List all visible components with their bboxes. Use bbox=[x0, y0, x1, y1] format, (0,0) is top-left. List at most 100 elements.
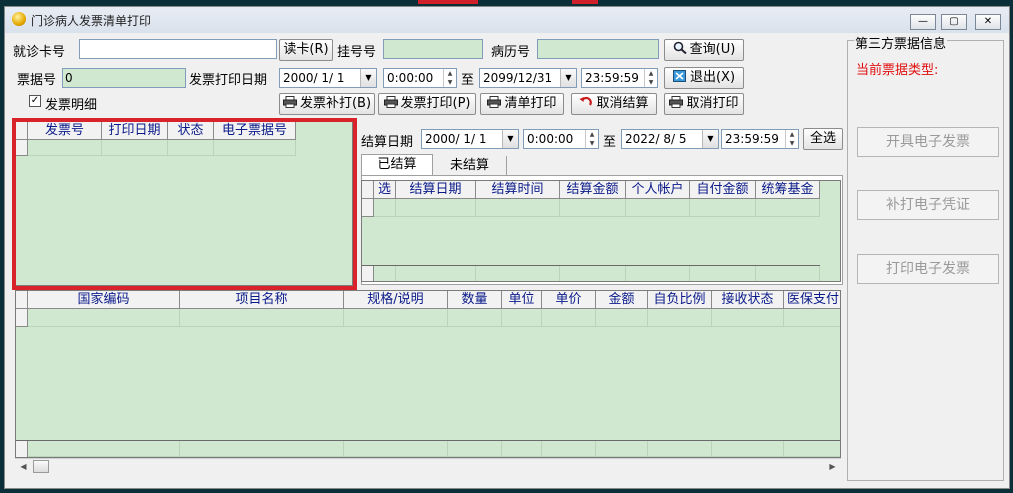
exit-button-label: 退出(X) bbox=[689, 70, 736, 85]
settle-time-from-spinner[interactable]: 0:00:00 ▲ ▼ bbox=[523, 129, 599, 149]
chevron-down-icon[interactable]: ▼ bbox=[502, 130, 518, 148]
spec-column-header[interactable]: 规格/说明 bbox=[344, 291, 448, 309]
footer-cell bbox=[626, 266, 690, 281]
table-cell[interactable] bbox=[374, 199, 396, 217]
spinner-arrows-icon[interactable]: ▲ ▼ bbox=[644, 69, 657, 87]
minimize-button[interactable]: — bbox=[910, 14, 936, 30]
table-cell[interactable] bbox=[560, 199, 626, 217]
self-pay-column-header[interactable]: 自付金额 bbox=[690, 181, 756, 199]
table-cell[interactable] bbox=[28, 309, 180, 327]
settle-date-column-header[interactable]: 结算日期 bbox=[396, 181, 476, 199]
cancel-print-button[interactable]: 取消打印 bbox=[664, 93, 744, 115]
settle-time-column-header[interactable]: 结算时间 bbox=[476, 181, 560, 199]
footer-cell bbox=[596, 441, 648, 457]
self-pay-ratio-column-header[interactable]: 自负比例 bbox=[648, 291, 712, 309]
footer-row-selector[interactable] bbox=[362, 266, 374, 281]
invoice-detail-checkbox[interactable]: ✓ bbox=[29, 95, 41, 107]
print-list-label: 清单打印 bbox=[504, 96, 557, 111]
table-cell[interactable] bbox=[476, 199, 560, 217]
settle-date-from-value: 2000/ 1/ 1 bbox=[425, 132, 487, 146]
table-cell[interactable] bbox=[542, 309, 596, 327]
chevron-down-icon[interactable]: ▼ bbox=[560, 69, 576, 87]
table-cell[interactable] bbox=[448, 309, 502, 327]
items-grid[interactable]: 国家编码 项目名称 规格/说明 数量 单位 单价 金额 自负比例 接收状态 医保… bbox=[15, 290, 841, 458]
table-cell[interactable] bbox=[690, 199, 756, 217]
print-time-to-spinner[interactable]: 23:59:59 ▲ ▼ bbox=[581, 68, 658, 88]
card-number-input[interactable] bbox=[79, 39, 277, 59]
close-button[interactable]: ✕ bbox=[975, 14, 1001, 30]
table-cell[interactable] bbox=[648, 309, 712, 327]
row-selector[interactable] bbox=[16, 309, 28, 327]
exit-button[interactable]: 退出(X) bbox=[664, 67, 744, 89]
tab-settled[interactable]: 已结算 bbox=[361, 154, 433, 176]
read-card-button[interactable]: 读卡(R) bbox=[279, 39, 333, 61]
invoice-number-input[interactable]: 0 bbox=[62, 68, 186, 88]
footer-row-selector[interactable] bbox=[16, 441, 28, 457]
settle-date-to-label: 至 bbox=[603, 135, 617, 150]
scroll-thumb[interactable] bbox=[33, 460, 49, 473]
issue-e-invoice-button[interactable]: 开具电子发票 bbox=[857, 127, 999, 157]
settle-date-to-select[interactable]: 2022/ 8/ 5 ▼ bbox=[621, 129, 719, 149]
footer-cell bbox=[648, 441, 712, 457]
print-e-invoice-button[interactable]: 打印电子发票 bbox=[857, 254, 999, 284]
settle-time-to-value: 23:59:59 bbox=[725, 132, 779, 146]
table-cell[interactable] bbox=[344, 309, 448, 327]
settlement-grid[interactable]: 选 结算日期 结算时间 结算金额 个人帐户 自付金额 统筹基金 bbox=[361, 180, 841, 282]
main-window: 门诊病人发票清单打印 — ▢ ✕ 就诊卡号 读卡(R) 挂号号 病历号 查询(U… bbox=[4, 6, 1010, 489]
footer-cell bbox=[542, 441, 596, 457]
maximize-button[interactable]: ▢ bbox=[941, 14, 967, 30]
print-list-button[interactable]: 清单打印 bbox=[480, 93, 564, 115]
table-cell[interactable] bbox=[596, 309, 648, 327]
spinner-arrows-icon[interactable]: ▲ ▼ bbox=[443, 69, 456, 87]
unit-price-column-header[interactable]: 单价 bbox=[542, 291, 596, 309]
registration-number-input[interactable] bbox=[383, 39, 483, 59]
table-cell[interactable] bbox=[502, 309, 542, 327]
footer-cell bbox=[502, 441, 542, 457]
third-party-title: 第三方票据信息 bbox=[854, 33, 948, 52]
footer-cell bbox=[396, 266, 476, 281]
row-header-corner bbox=[16, 291, 28, 309]
item-name-column-header[interactable]: 项目名称 bbox=[180, 291, 344, 309]
print-time-from-spinner[interactable]: 0:00:00 ▲ ▼ bbox=[383, 68, 457, 88]
card-number-label: 就诊卡号 bbox=[13, 45, 66, 60]
national-code-column-header[interactable]: 国家编码 bbox=[28, 291, 180, 309]
receive-status-column-header[interactable]: 接收状态 bbox=[712, 291, 784, 309]
medical-record-input[interactable] bbox=[537, 39, 659, 59]
table-cell[interactable] bbox=[712, 309, 784, 327]
footer-cell bbox=[374, 266, 396, 281]
print-date-from-select[interactable]: 2000/ 1/ 1 ▼ bbox=[279, 68, 377, 88]
row-selector[interactable] bbox=[362, 199, 374, 217]
chevron-down-icon[interactable]: ▼ bbox=[702, 130, 718, 148]
reprint-e-voucher-button[interactable]: 补打电子凭证 bbox=[857, 190, 999, 220]
spinner-arrows-icon[interactable]: ▲ ▼ bbox=[785, 130, 798, 148]
personal-account-column-header[interactable]: 个人帐户 bbox=[626, 181, 690, 199]
amount-column-header[interactable]: 金额 bbox=[596, 291, 648, 309]
settle-amount-column-header[interactable]: 结算金额 bbox=[560, 181, 626, 199]
invoice-type-label: 当前票据类型: bbox=[856, 63, 939, 78]
reprint-invoice-button[interactable]: 发票补打(B) bbox=[279, 93, 375, 115]
table-cell[interactable] bbox=[180, 309, 344, 327]
table-cell[interactable] bbox=[396, 199, 476, 217]
table-cell[interactable] bbox=[756, 199, 820, 217]
horizontal-scrollbar[interactable]: ◀ ▶ bbox=[15, 458, 841, 475]
settle-time-to-spinner[interactable]: 23:59:59 ▲ ▼ bbox=[721, 129, 799, 149]
quantity-column-header[interactable]: 数量 bbox=[448, 291, 502, 309]
cancel-settlement-button[interactable]: 取消结算 bbox=[571, 93, 657, 115]
insurance-pay-column-header[interactable]: 医保支付 bbox=[784, 291, 840, 309]
scroll-left-icon[interactable]: ◀ bbox=[16, 460, 31, 474]
select-column-header[interactable]: 选 bbox=[374, 181, 396, 199]
table-cell[interactable] bbox=[626, 199, 690, 217]
table-cell[interactable] bbox=[784, 309, 840, 327]
select-all-button[interactable]: 全选 bbox=[803, 128, 843, 150]
settle-date-from-select[interactable]: 2000/ 1/ 1 ▼ bbox=[421, 129, 519, 149]
third-party-panel: 第三方票据信息 当前票据类型: 开具电子发票 补打电子凭证 打印电子发票 bbox=[847, 33, 1004, 481]
scroll-right-icon[interactable]: ▶ bbox=[825, 460, 840, 474]
print-invoice-button[interactable]: 发票打印(P) bbox=[378, 93, 476, 115]
unit-column-header[interactable]: 单位 bbox=[502, 291, 542, 309]
pooled-fund-column-header[interactable]: 统筹基金 bbox=[756, 181, 820, 199]
desktop-red-marker bbox=[418, 0, 478, 4]
spinner-arrows-icon[interactable]: ▲ ▼ bbox=[585, 130, 598, 148]
query-button[interactable]: 查询(U) bbox=[664, 39, 744, 61]
print-date-to-select[interactable]: 2099/12/31 ▼ bbox=[479, 68, 577, 88]
chevron-down-icon[interactable]: ▼ bbox=[360, 69, 376, 87]
